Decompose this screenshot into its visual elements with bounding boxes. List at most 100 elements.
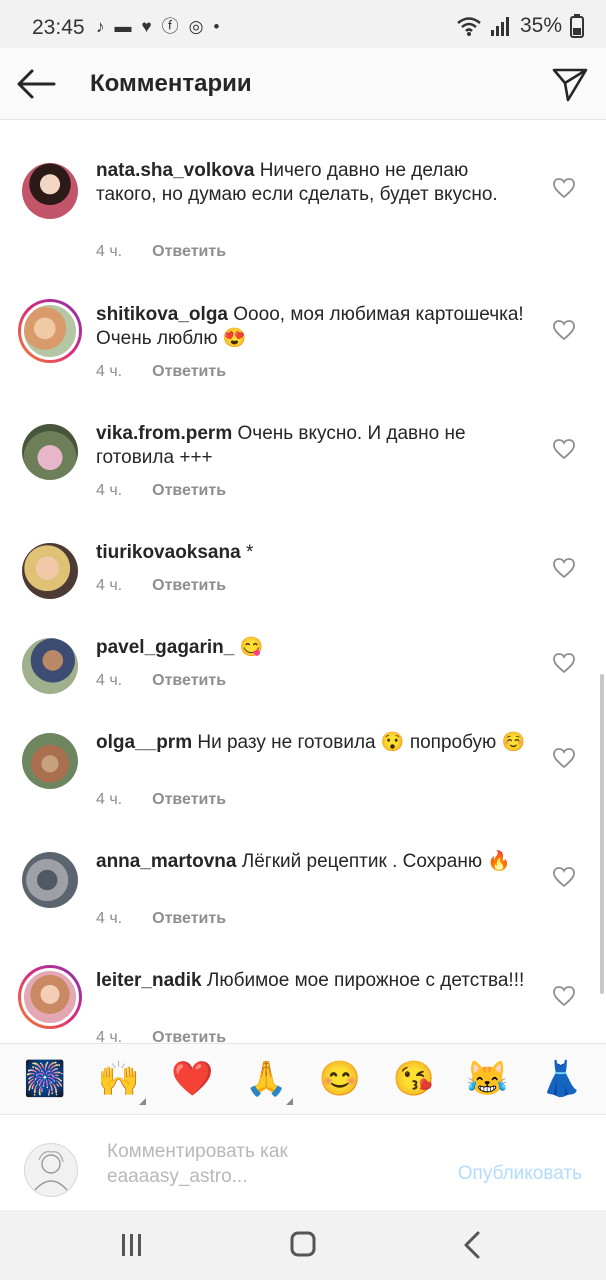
like-heart-icon[interactable] <box>552 319 576 341</box>
avatar-image <box>22 163 78 219</box>
comment-body: Лёгкий рецептик . Сохраню 🔥 <box>241 851 512 872</box>
like-heart-icon[interactable] <box>552 747 576 769</box>
avatar[interactable] <box>22 733 78 789</box>
emoji-smiling-face[interactable]: 😊 <box>319 1059 361 1099</box>
emoji-dress[interactable]: 👗 <box>540 1059 582 1099</box>
avatar[interactable] <box>22 638 78 694</box>
avatar[interactable] <box>22 424 78 480</box>
emoji-red-heart[interactable]: ❤️ <box>171 1059 213 1099</box>
system-nav-bar <box>0 1210 606 1280</box>
like-heart-icon[interactable] <box>552 985 576 1007</box>
comment-meta: 4 ч. Ответить <box>96 910 226 928</box>
comment-text: tiurikovaoksana * <box>96 541 526 565</box>
avatar-story-ring[interactable] <box>18 299 82 363</box>
comment-time: 4 ч. <box>96 1029 123 1043</box>
like-heart-icon[interactable] <box>552 866 576 888</box>
comment-time: 4 ч. <box>96 672 123 689</box>
comment-time: 4 ч. <box>96 243 123 260</box>
comment-username[interactable]: vika.from.perm <box>96 423 232 444</box>
emoji-folded-hands-glyph: 🙏 <box>244 1060 288 1098</box>
paper-plane-icon <box>552 68 588 102</box>
home-icon[interactable] <box>283 1228 323 1262</box>
comment-text: vika.from.perm Очень вкусно. И давно не … <box>96 422 526 470</box>
comment-username[interactable]: olga__prm <box>96 732 192 753</box>
like-heart-icon[interactable] <box>552 557 576 579</box>
instagram-icon: ◎ <box>188 17 204 36</box>
comment-meta: 4 ч. Ответить <box>96 482 226 500</box>
emoji-face-blowing-kiss[interactable]: 😘 <box>392 1059 434 1099</box>
avatar-image <box>22 543 78 599</box>
comment-body: Любимое мое пирожное с детства!!! <box>206 970 525 991</box>
comment-meta: 4 ч. Ответить <box>96 577 226 595</box>
avatar[interactable] <box>22 852 78 908</box>
like-heart-icon[interactable] <box>552 438 576 460</box>
arrow-left-icon <box>17 69 56 99</box>
avatar-image <box>22 638 78 694</box>
comment-username[interactable]: leiter_nadik <box>96 970 202 991</box>
comment-username[interactable]: pavel_gagarin_ <box>96 637 234 658</box>
recent-apps-icon[interactable] <box>112 1228 152 1262</box>
notification-icons: ♪ ▬ ♥ ⓕ ◎ • <box>96 16 219 38</box>
avatar-image <box>21 302 79 360</box>
sketch-avatar-icon <box>34 1151 68 1191</box>
heart-icon: ♥ <box>141 17 152 36</box>
comment-meta: 4 ч. Ответить <box>96 1029 226 1043</box>
comment-time: 4 ч. <box>96 791 123 808</box>
comment-text: leiter_nadik Любимое мое пирожное с детс… <box>96 969 526 993</box>
reply-button[interactable]: Ответить <box>152 910 226 928</box>
back-icon[interactable] <box>454 1228 494 1262</box>
comment-username[interactable]: nata.sha_volkova <box>96 160 254 181</box>
battery-icon <box>570 14 584 38</box>
publish-button[interactable]: Опубликовать <box>458 1163 582 1185</box>
emoji-folded-hands[interactable]: 🙏 <box>244 1059 294 1105</box>
scrollbar[interactable] <box>600 674 604 994</box>
header: Комментарии <box>0 48 606 120</box>
back-button[interactable] <box>14 64 58 104</box>
reply-button[interactable]: Ответить <box>152 482 226 500</box>
comments-list[interactable]: nata.sha_volkova Ничего давно не делаю т… <box>0 121 606 1043</box>
comment-time: 4 ч. <box>96 577 123 594</box>
comment-text: olga__prm Ни разу не готовила 😯 попробую… <box>96 731 526 755</box>
comment-time: 4 ч. <box>96 363 123 380</box>
like-heart-icon[interactable] <box>552 652 576 674</box>
comment-body: Ни разу не готовила 😯 попробую ☺️ <box>197 732 526 753</box>
comment-text: anna_martovna Лёгкий рецептик . Сохраню … <box>96 850 526 874</box>
emoji-raising-hands[interactable]: 🙌 <box>97 1059 146 1105</box>
comment-composer: Комментировать как eaaaasy_astro... Опуб… <box>0 1115 606 1210</box>
comment-body: * <box>245 542 254 563</box>
avatar[interactable] <box>22 163 78 219</box>
avatar-image <box>22 733 78 789</box>
comment-meta: 4 ч. Ответить <box>96 672 226 690</box>
comment-meta: 4 ч. Ответить <box>96 363 226 381</box>
avatar-image <box>21 968 79 1026</box>
reply-button[interactable]: Ответить <box>152 672 226 690</box>
avatar-story-ring[interactable] <box>18 965 82 1029</box>
skin-tone-indicator-icon <box>138 1098 146 1105</box>
reply-button[interactable]: Ответить <box>152 1029 226 1043</box>
avatar-image <box>22 424 78 480</box>
share-button[interactable] <box>550 64 590 104</box>
reply-button[interactable]: Ответить <box>152 791 226 809</box>
comment-username[interactable]: tiurikovaoksana <box>96 542 241 563</box>
reply-button[interactable]: Ответить <box>152 243 226 261</box>
emoji-fireworks[interactable]: 🎆 <box>24 1059 66 1099</box>
comment-time: 4 ч. <box>96 482 123 499</box>
wifi-icon <box>457 17 481 36</box>
comment-username[interactable]: anna_martovna <box>96 851 236 872</box>
like-heart-icon[interactable] <box>552 177 576 199</box>
comment-body: 😋 <box>239 637 264 658</box>
emoji-quick-bar: 🎆 🙌 ❤️ 🙏 😊 😘 😹 👗 <box>0 1043 606 1115</box>
comment-text: shitikova_olga Оооо, моя любимая картоше… <box>96 303 526 351</box>
comment-input[interactable]: Комментировать как eaaaasy_astro... <box>107 1139 427 1189</box>
reply-button[interactable]: Ответить <box>152 363 226 381</box>
emoji-raising-hands-glyph: 🙌 <box>97 1060 140 1098</box>
avatar-image <box>22 852 78 908</box>
comment-text: pavel_gagarin_ 😋 <box>96 636 526 660</box>
comment-username[interactable]: shitikova_olga <box>96 304 228 325</box>
status-time: 23:45 <box>32 16 85 39</box>
emoji-cat-tears-of-joy[interactable]: 😹 <box>466 1059 508 1099</box>
avatar[interactable] <box>22 543 78 599</box>
comment-meta: 4 ч. Ответить <box>96 243 226 261</box>
reply-button[interactable]: Ответить <box>152 577 226 595</box>
comment-text: nata.sha_volkova Ничего давно не делаю т… <box>96 159 526 207</box>
